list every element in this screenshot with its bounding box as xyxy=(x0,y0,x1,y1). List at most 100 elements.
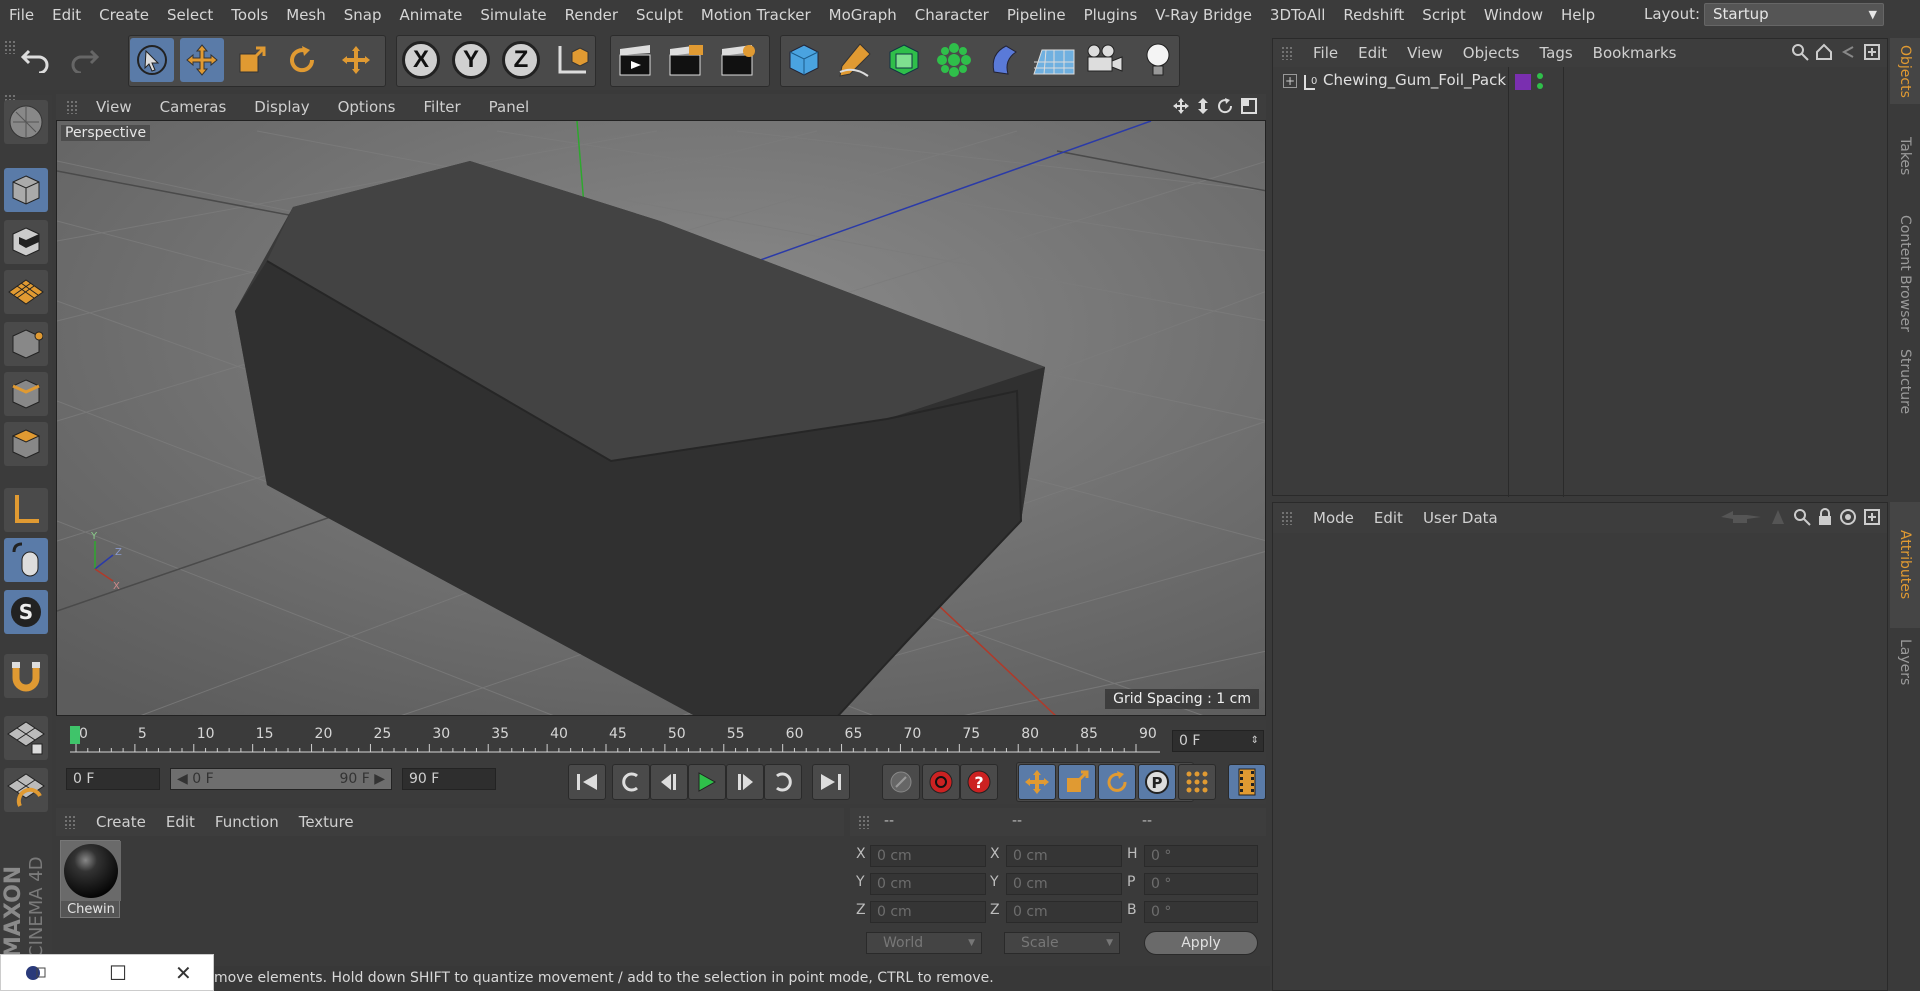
layout-dropdown[interactable]: Startup ▼ xyxy=(1704,3,1884,26)
menu-tools[interactable]: Tools xyxy=(222,6,277,24)
object-manager-grip[interactable] xyxy=(1281,46,1293,60)
target-icon[interactable] xyxy=(1839,508,1857,526)
tab-content-browser[interactable]: Content Browser xyxy=(1890,208,1920,338)
timeline-window-button[interactable] xyxy=(1228,764,1266,800)
previous-key-button[interactable] xyxy=(612,764,650,800)
size-x-field[interactable]: 0 cm xyxy=(1006,845,1122,867)
objects-menu-file[interactable]: File xyxy=(1303,44,1348,62)
scale-key-button[interactable] xyxy=(1058,764,1096,800)
menu-motion-tracker[interactable]: Motion Tracker xyxy=(692,6,820,24)
position-key-button[interactable] xyxy=(1018,764,1056,800)
menu-redshift[interactable]: Redshift xyxy=(1334,6,1413,24)
render-settings-button[interactable] xyxy=(716,38,760,82)
tab-layers[interactable]: Layers xyxy=(1890,632,1920,692)
light-object-button[interactable] xyxy=(1136,38,1180,82)
rotation-h-field[interactable]: 0 ° xyxy=(1144,845,1258,867)
menu-character[interactable]: Character xyxy=(906,6,998,24)
recent-tool-button[interactable] xyxy=(334,38,378,82)
rotate-tool-button[interactable] xyxy=(280,38,324,82)
move-tool-button[interactable] xyxy=(180,38,224,82)
cloner-button[interactable] xyxy=(932,38,976,82)
preview-range-slider[interactable]: ◀ 0 F 90 F ▶ xyxy=(170,768,392,790)
menu-mograph[interactable]: MoGraph xyxy=(820,6,906,24)
min-time-field[interactable]: 0 F xyxy=(66,768,160,790)
deformer-button[interactable] xyxy=(982,38,1026,82)
x-axis-lock-button[interactable]: X xyxy=(402,41,440,79)
menu-pipeline[interactable]: Pipeline xyxy=(998,6,1075,24)
menu-sculpt[interactable]: Sculpt xyxy=(627,6,692,24)
objects-menu-edit[interactable]: Edit xyxy=(1348,44,1397,62)
apply-button[interactable]: Apply xyxy=(1144,931,1258,955)
menu-plugins[interactable]: Plugins xyxy=(1075,6,1147,24)
size-mode-dropdown[interactable]: Scale ▼ xyxy=(1004,932,1120,954)
play-button[interactable] xyxy=(688,764,726,800)
layer-color-swatch[interactable] xyxy=(1515,74,1531,90)
max-time-field[interactable]: 90 F xyxy=(402,768,496,790)
viewport-menu-panel[interactable]: Panel xyxy=(475,98,543,116)
make-editable-button[interactable] xyxy=(4,100,48,144)
tab-objects[interactable]: Objects xyxy=(1890,38,1920,104)
snap-button[interactable] xyxy=(4,654,48,698)
render-visibility-dot[interactable] xyxy=(1537,83,1543,89)
redo-button[interactable] xyxy=(62,38,106,82)
material-menu-edit[interactable]: Edit xyxy=(156,813,205,831)
timeline[interactable]: 0 5 10 15 20 25 30 35 40 45 50 55 60 65 70 75 80 85 90 0 F… xyxy=(56,720,1266,760)
material-menu-create[interactable]: Create xyxy=(86,813,156,831)
menu-select[interactable]: Select xyxy=(158,6,222,24)
objects-menu-bookmarks[interactable]: Bookmarks xyxy=(1583,44,1687,62)
viewport-menu-options[interactable]: Options xyxy=(324,98,410,116)
menu-file[interactable]: File xyxy=(0,6,43,24)
coordinates-grip[interactable] xyxy=(858,815,870,829)
menu-3dtoall[interactable]: 3DToAll xyxy=(1261,6,1334,24)
autokeying-button[interactable] xyxy=(922,764,960,800)
subdivision-surface-button[interactable] xyxy=(882,38,926,82)
menu-window[interactable]: Window xyxy=(1475,6,1552,24)
previous-frame-button[interactable] xyxy=(650,764,688,800)
live-selection-button[interactable] xyxy=(130,38,174,82)
menu-render[interactable]: Render xyxy=(556,6,627,24)
floor-object-button[interactable] xyxy=(1032,38,1076,82)
texture-mode-button[interactable] xyxy=(4,220,48,264)
editor-visibility-dot[interactable] xyxy=(1537,73,1543,79)
undo-button[interactable] xyxy=(14,38,58,82)
cube-object-button[interactable] xyxy=(782,38,826,82)
current-frame-field[interactable]: 0 F ⇕ xyxy=(1172,730,1264,752)
objects-menu-tags[interactable]: Tags xyxy=(1529,44,1582,62)
maximize-view-icon[interactable] xyxy=(1240,97,1258,115)
quantize-button[interactable] xyxy=(4,768,48,812)
attributes-menu-user-data[interactable]: User Data xyxy=(1413,509,1508,527)
cinema4d-app-icon[interactable] xyxy=(25,963,47,983)
material-menu-texture[interactable]: Texture xyxy=(289,813,364,831)
viewport-grip[interactable] xyxy=(66,100,78,114)
point-level-key-button[interactable] xyxy=(1178,764,1216,800)
search-icon[interactable] xyxy=(1793,508,1811,526)
z-axis-lock-button[interactable]: Z xyxy=(502,41,540,79)
new-panel-icon[interactable] xyxy=(1863,43,1881,61)
solo-mode-button[interactable]: S xyxy=(4,590,48,634)
lock-icon[interactable] xyxy=(1817,508,1833,526)
home-icon[interactable] xyxy=(1815,43,1833,61)
orbit-icon[interactable] xyxy=(1216,97,1234,115)
next-frame-button[interactable] xyxy=(726,764,764,800)
edges-mode-button[interactable] xyxy=(4,372,48,416)
coordinate-space-dropdown[interactable]: World ▼ xyxy=(866,932,982,954)
record-active-objects-button[interactable] xyxy=(882,764,920,800)
polygons-mode-button[interactable] xyxy=(4,422,48,466)
workplane-lock-button[interactable] xyxy=(4,716,48,760)
back-arrow-icon[interactable] xyxy=(1839,43,1857,61)
range-left-arrow-icon[interactable]: ◀ xyxy=(177,771,188,787)
attribute-manager-grip[interactable] xyxy=(1281,511,1293,525)
material-grip[interactable] xyxy=(64,815,76,829)
camera-object-button[interactable] xyxy=(1082,38,1126,82)
close-window-icon[interactable]: ✕ xyxy=(175,961,192,985)
tweak-mode-button[interactable] xyxy=(4,538,48,582)
menu-animate[interactable]: Animate xyxy=(391,6,472,24)
position-x-field[interactable]: 0 cm xyxy=(870,845,986,867)
menu-simulate[interactable]: Simulate xyxy=(471,6,555,24)
pan-icon[interactable] xyxy=(1172,97,1190,115)
menu-mesh[interactable]: Mesh xyxy=(277,6,335,24)
menu-edit[interactable]: Edit xyxy=(43,6,90,24)
expand-icon[interactable]: + xyxy=(1283,74,1297,88)
spinner-arrows-icon[interactable]: ⇕ xyxy=(1251,731,1259,751)
material-manager-area[interactable]: Chewin xyxy=(56,836,844,960)
